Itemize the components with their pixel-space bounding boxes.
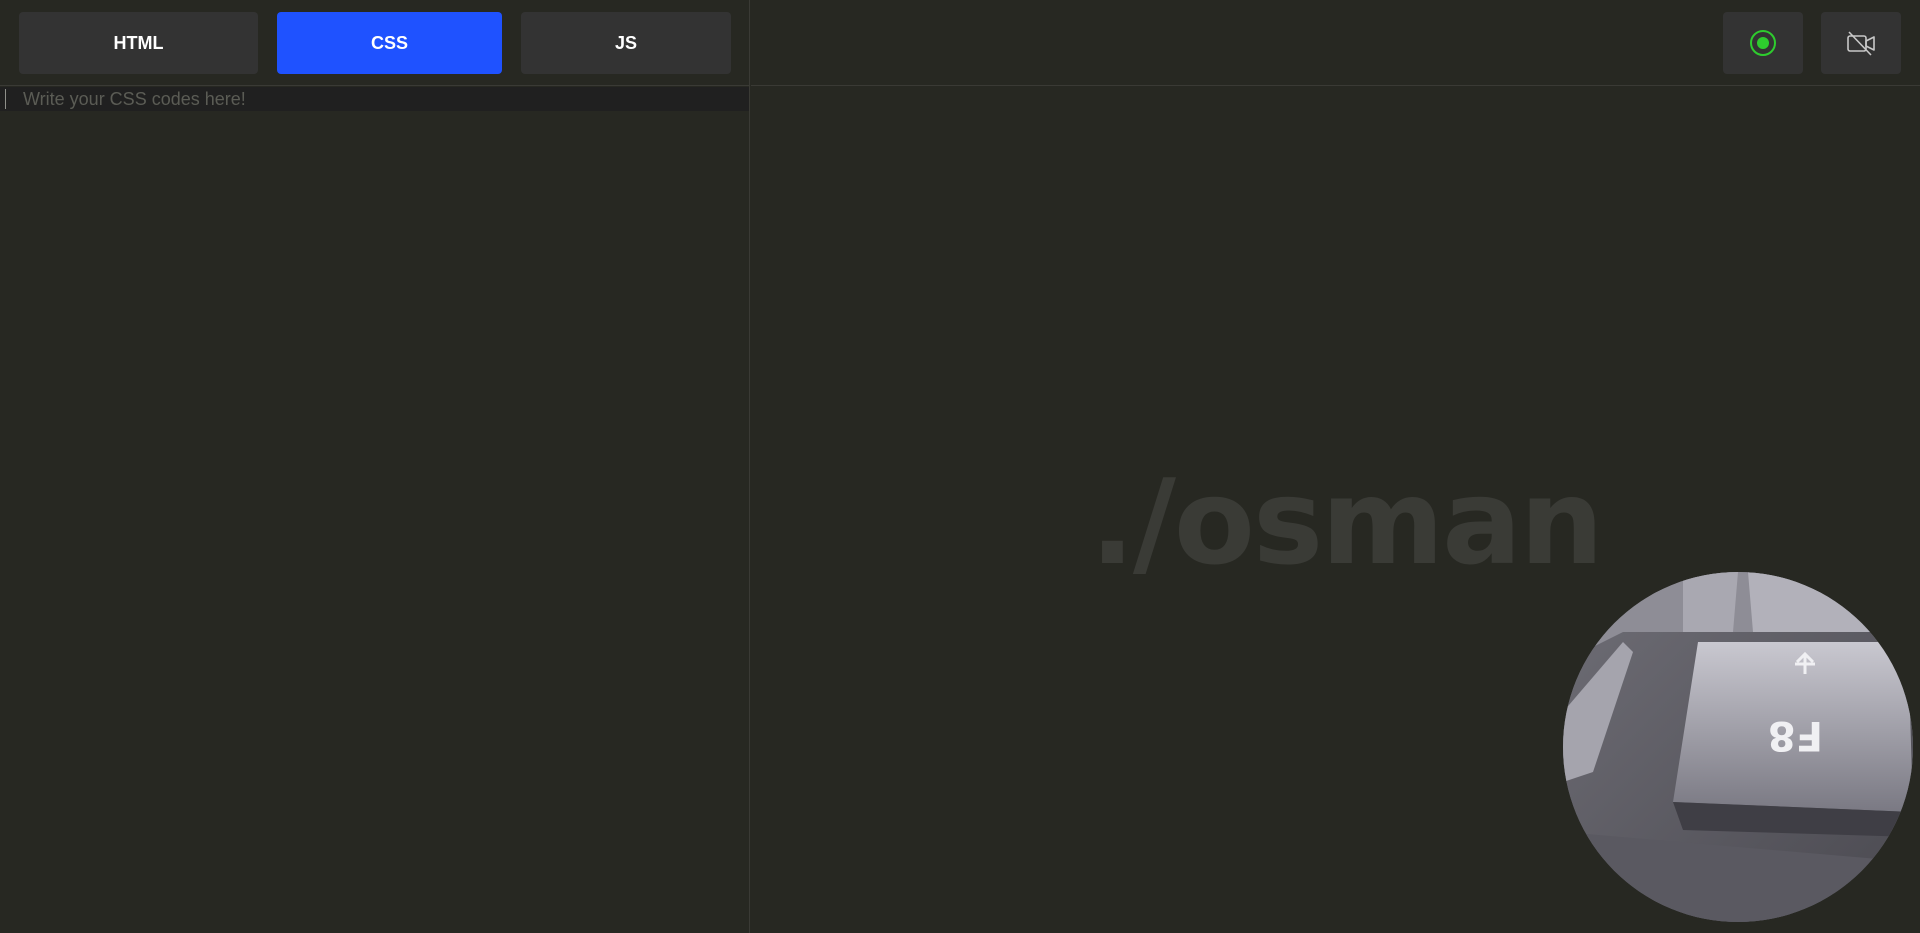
app: HTML CSS JS Write your CSS codes here! .…	[0, 0, 1920, 933]
code-editor[interactable]	[0, 87, 749, 933]
tab-html[interactable]: HTML	[19, 12, 258, 74]
webcam-preview[interactable]: F8	[1563, 572, 1913, 922]
tab-js[interactable]: JS	[521, 12, 731, 74]
webcam-feed-image: F8	[1563, 572, 1913, 922]
record-button[interactable]	[1723, 12, 1803, 74]
camera-toggle-button[interactable]	[1821, 12, 1901, 74]
osman-watermark: ./osman	[1090, 453, 1604, 591]
language-tabs: HTML CSS JS	[0, 0, 750, 86]
preview-toolbar	[751, 0, 1920, 86]
css-code-input[interactable]	[0, 87, 749, 111]
webcam-keycap-label: F8	[1768, 712, 1823, 758]
record-icon	[1750, 30, 1776, 56]
camera-off-icon	[1847, 31, 1875, 56]
editor-pane: HTML CSS JS	[0, 0, 750, 933]
tab-css[interactable]: CSS	[277, 12, 502, 74]
